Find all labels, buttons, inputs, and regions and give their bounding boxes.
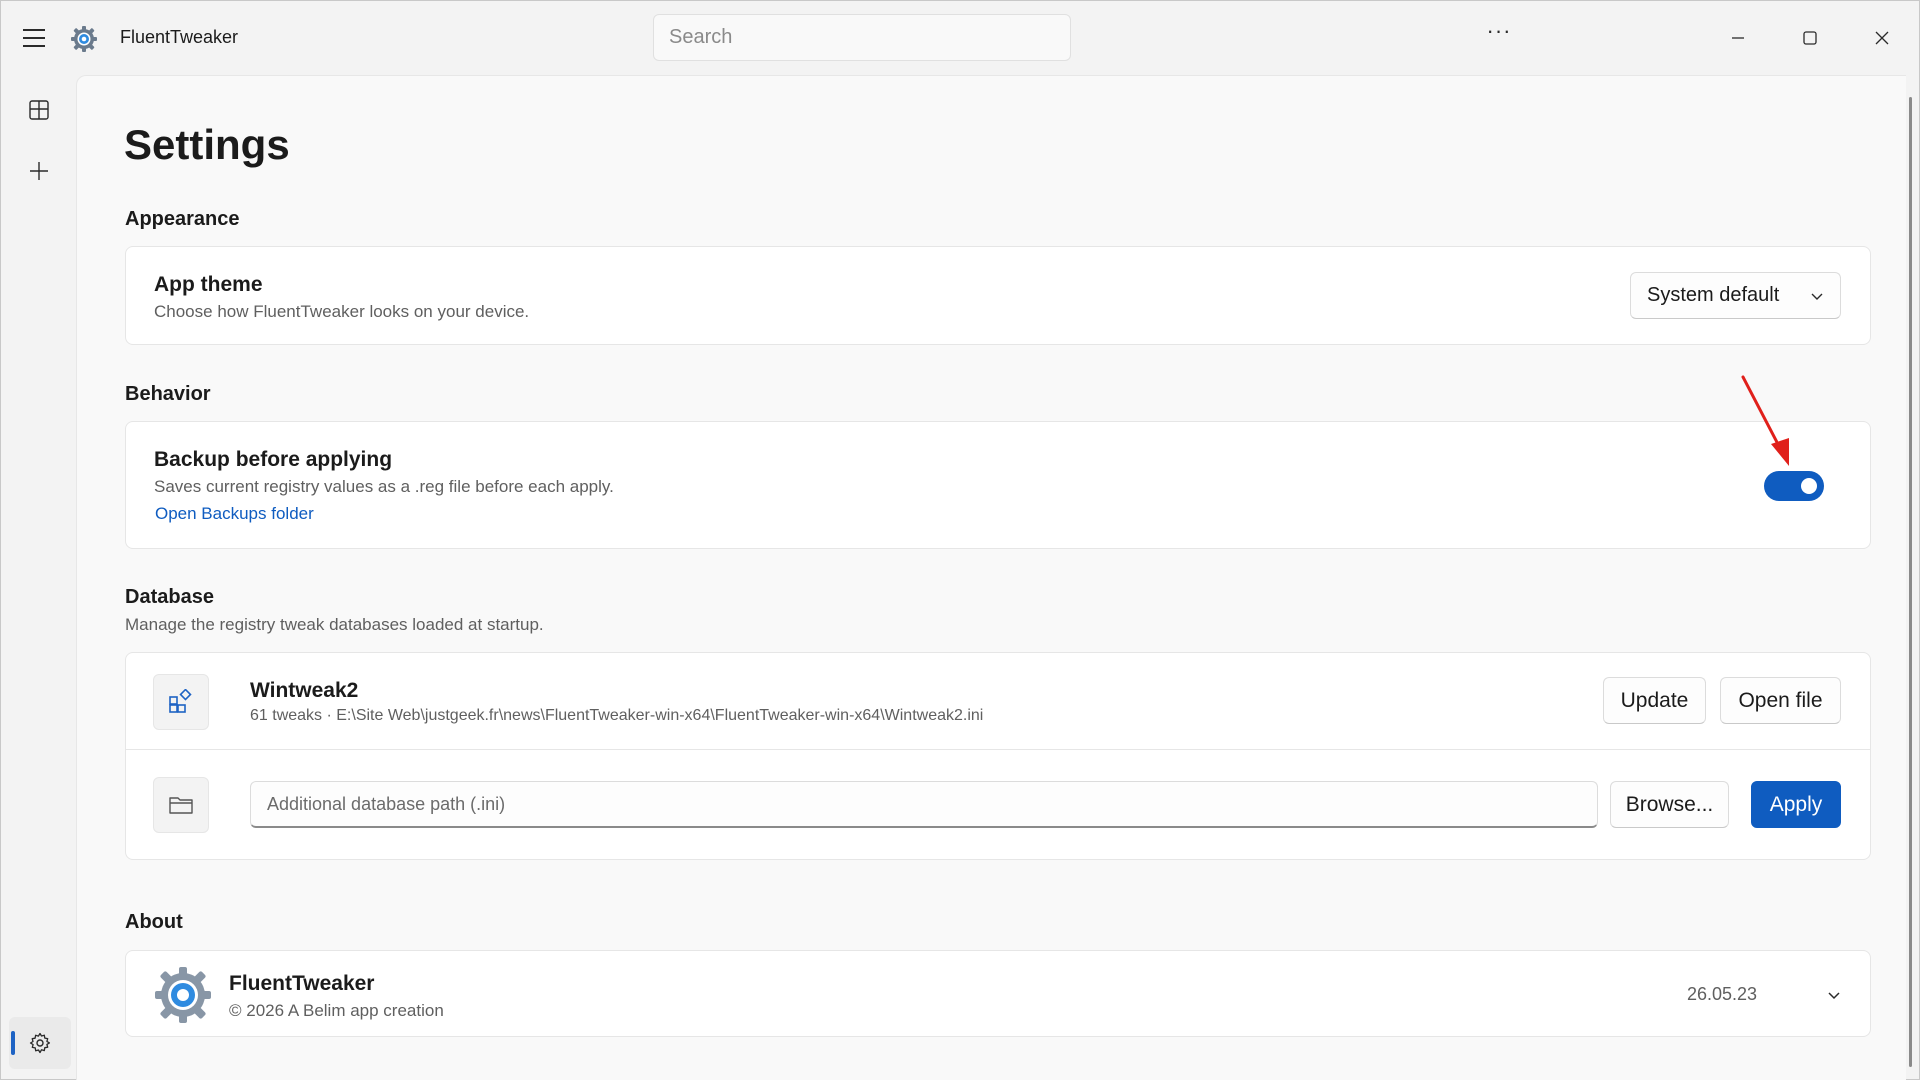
app-logo-large-icon — [155, 967, 211, 1023]
app-theme-card: App theme Choose how FluentTweaker looks… — [125, 246, 1871, 345]
maximize-button[interactable] — [1787, 15, 1833, 61]
backup-toggle-switch[interactable] — [1764, 471, 1824, 501]
appearance-section-label: Appearance — [125, 208, 240, 230]
tweaks-icon — [29, 100, 49, 120]
backup-description: Saves current registry values as a .reg … — [154, 477, 614, 496]
close-button[interactable] — [1859, 15, 1905, 61]
about-card[interactable] — [125, 950, 1871, 1037]
folder-icon — [169, 797, 193, 814]
nav-settings-button[interactable] — [9, 1017, 71, 1069]
nav-selection-indicator — [11, 1031, 15, 1055]
app-window: FluentTweaker ··· Settin — [0, 0, 1920, 1080]
close-icon — [1875, 31, 1889, 45]
search-input[interactable] — [653, 14, 1071, 61]
about-app-name: FluentTweaker — [229, 972, 375, 995]
nav-tweaks-button[interactable] — [23, 94, 55, 126]
backup-title: Backup before applying — [154, 448, 393, 471]
database-divider — [126, 749, 1870, 750]
maximize-icon — [1803, 31, 1817, 45]
apps-grid-icon — [169, 689, 192, 713]
additional-database-path-input[interactable] — [250, 781, 1598, 828]
nav-add-button[interactable] — [23, 155, 55, 187]
about-copyright: © 2026 A Belim app creation — [229, 1001, 444, 1020]
app-theme-title: App theme — [154, 273, 263, 296]
browse-button[interactable]: Browse... — [1610, 781, 1729, 828]
app-theme-dropdown[interactable]: System default — [1630, 272, 1841, 319]
app-logo-icon — [71, 26, 97, 52]
open-backups-folder-link[interactable]: Open Backups folder — [155, 504, 314, 524]
annotation-arrow-icon — [1741, 375, 1789, 466]
page-title: Settings — [124, 121, 290, 168]
behavior-section-label: Behavior — [125, 383, 211, 405]
additional-database-tile — [153, 777, 209, 833]
app-theme-selected-value: System default — [1647, 284, 1780, 306]
app-version: 26.05.23 — [1687, 984, 1758, 1004]
database-section-description: Manage the registry tweak databases load… — [125, 615, 544, 634]
app-title: FluentTweaker — [120, 27, 239, 47]
chevron-down-icon — [1828, 992, 1840, 1000]
title-bar: FluentTweaker ··· — [1, 1, 1920, 75]
backup-card: Backup before applying Saves current reg… — [125, 421, 1871, 549]
about-expand-button[interactable] — [1822, 983, 1846, 1007]
hamburger-menu-icon[interactable] — [21, 24, 49, 52]
more-options-icon[interactable]: ··· — [1485, 20, 1513, 49]
toggle-knob — [1801, 478, 1817, 494]
database-entry-details: 61 tweaks · E:\Site Web\justgeek.fr\news… — [250, 707, 984, 724]
update-button[interactable]: Update — [1603, 677, 1706, 724]
add-icon — [30, 162, 48, 180]
chevron-down-icon — [1811, 293, 1823, 300]
vertical-scrollbar[interactable] — [1909, 97, 1912, 1067]
database-section-label: Database — [125, 586, 214, 608]
gear-icon — [29, 1032, 51, 1054]
database-entry-tile — [153, 674, 209, 730]
app-theme-description: Choose how FluentTweaker looks on your d… — [154, 302, 530, 321]
about-section-label: About — [125, 911, 183, 933]
minimize-button[interactable] — [1715, 15, 1761, 61]
minimize-icon — [1732, 37, 1744, 39]
settings-content-pane — [76, 75, 1906, 1080]
database-entry-name: Wintweak2 — [250, 679, 359, 702]
open-file-button[interactable]: Open file — [1720, 677, 1841, 724]
apply-button[interactable]: Apply — [1751, 781, 1841, 828]
